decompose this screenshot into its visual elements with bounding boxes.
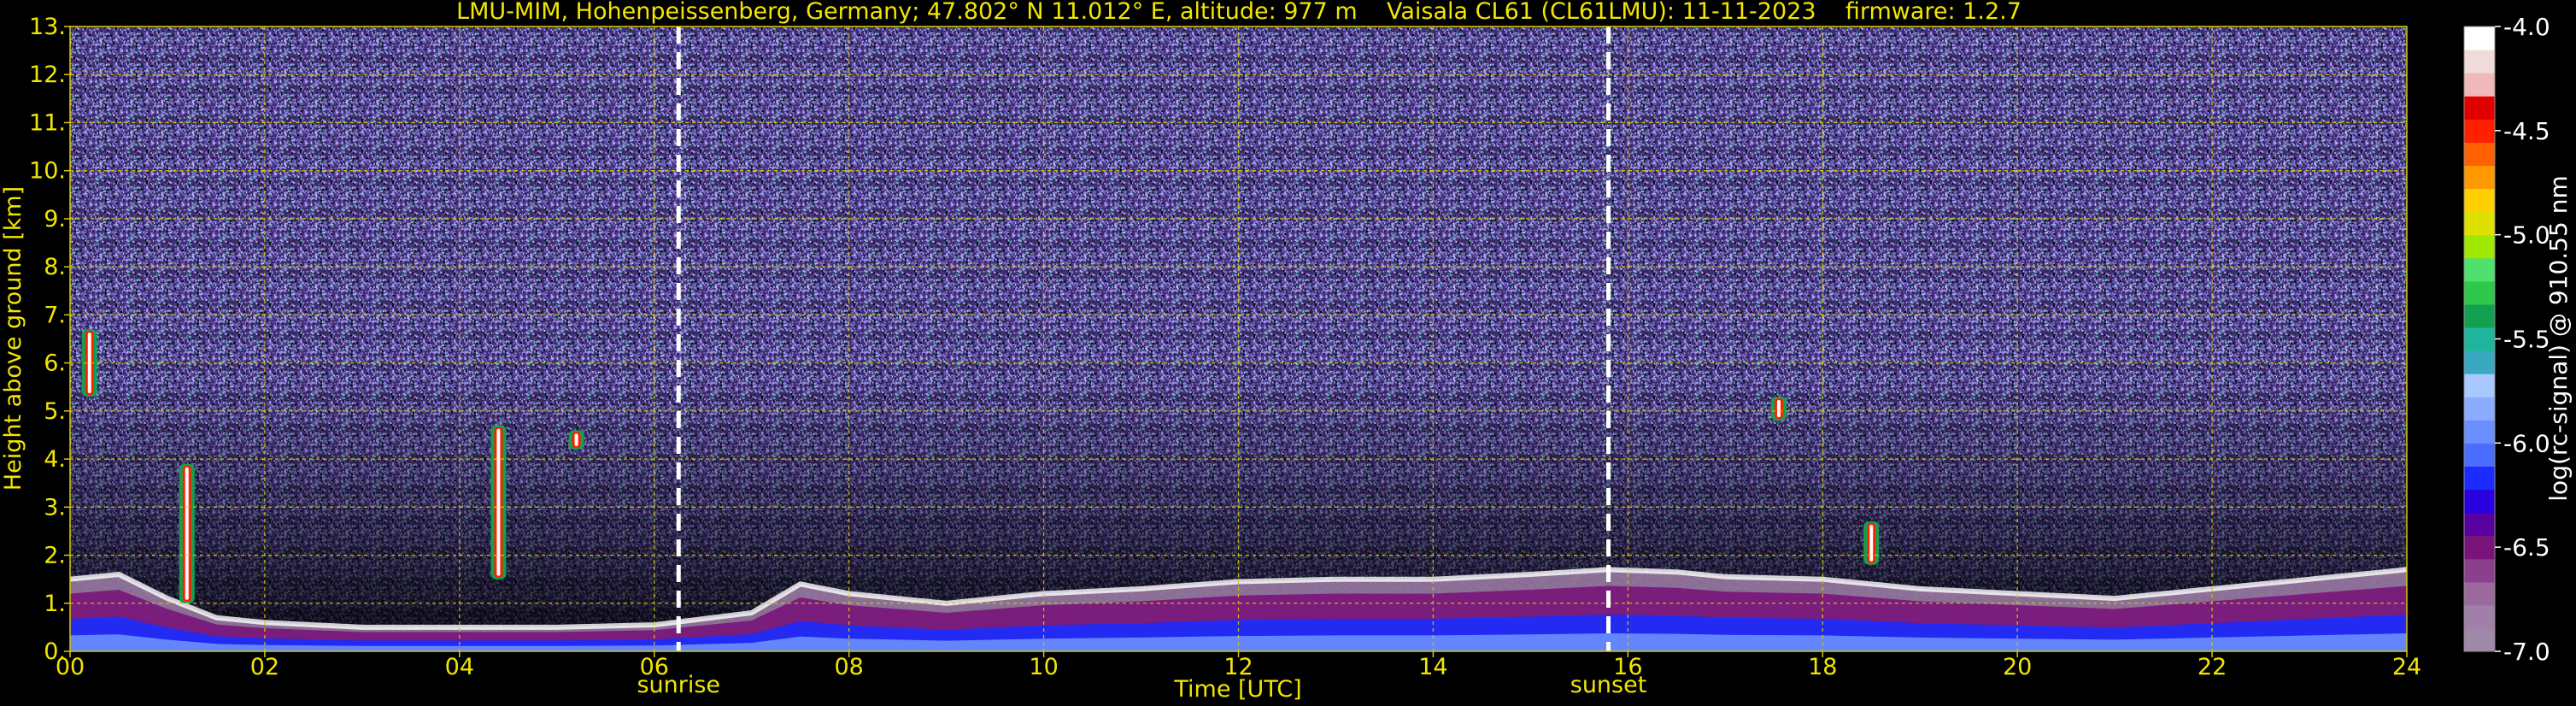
colorbar-tick-label: -5.5 (2503, 326, 2550, 354)
y-tick-label: 5. (44, 398, 66, 425)
colorbar-ticks: -4.0 -4.5 -5.0 -5.5 -6.0 -6.5 -7.0 (2495, 13, 2550, 666)
colorbar-band (2464, 211, 2495, 236)
colorbar-band (2464, 350, 2495, 374)
chart-title: LMU-MIM, Hohenpeissenberg, Germany; 47.8… (456, 0, 2021, 25)
y-tick-label: 9. (44, 206, 66, 232)
x-tick-label: 08 (834, 654, 863, 680)
colorbar-band (2464, 119, 2495, 143)
y-tick-label: 2. (44, 543, 66, 569)
colorbar-band (2464, 397, 2495, 421)
colorbar-band (2464, 96, 2495, 120)
colorbar-band (2464, 165, 2495, 190)
y-tick-label: 0. (44, 638, 66, 665)
colorbar-band (2464, 234, 2495, 259)
y-tick-label: 6. (44, 350, 66, 377)
x-tick-label: 20 (2003, 654, 2032, 680)
sun-marker-label: sunrise (637, 672, 720, 698)
y-tick-label: 8. (44, 254, 66, 280)
cloud-feature (1869, 525, 1874, 562)
y-tick-label: 12. (29, 62, 66, 88)
y-tick-label: 1. (44, 591, 66, 617)
y-tick-label: 11. (29, 109, 66, 136)
colorbar-band (2464, 558, 2495, 583)
colorbar-tick-label: -7.0 (2503, 638, 2550, 666)
colorbar-band (2464, 303, 2495, 328)
x-tick-label: 18 (1808, 654, 1837, 680)
colorbar-band (2464, 535, 2495, 560)
low-signal-shade (70, 26, 2407, 651)
sun-marker-label: sunset (1570, 672, 1647, 698)
colorbar-tick-label: -4.0 (2503, 13, 2550, 41)
x-tick-label: 10 (1029, 654, 1058, 680)
colorbar-label: log(rc-signal) @ 910.55 nm (2544, 175, 2573, 501)
colorbar-band (2464, 280, 2495, 305)
x-axis-label: Time [UTC] (1173, 676, 1301, 703)
colorbar-tick-label: -6.5 (2503, 533, 2550, 562)
cloud-feature (574, 433, 578, 446)
cloud-feature (1776, 399, 1781, 418)
colorbar-band (2464, 443, 2495, 468)
colorbar-band (2464, 581, 2495, 606)
y-tick-label: 10. (29, 158, 66, 185)
colorbar-band (2464, 257, 2495, 282)
colorbar-tick-label: -4.5 (2503, 117, 2550, 145)
colorbar-band (2464, 489, 2495, 514)
ceilometer-plot: LMU-MIM, Hohenpeissenberg, Germany; 47.8… (0, 0, 2573, 703)
colorbar: -4.0 -4.5 -5.0 -5.5 -6.0 -6.5 -7.0 log(rc-sign… (2463, 13, 2573, 666)
y-tick-label: 7. (44, 302, 66, 328)
cloud-feature (496, 428, 501, 576)
x-tick-label: 24 (2392, 654, 2421, 680)
colorbar-band (2464, 374, 2495, 397)
colorbar-tick-label: -5.0 (2503, 221, 2550, 250)
colorbar-band (2464, 627, 2495, 652)
y-tick-label: 3. (44, 494, 66, 521)
x-tick-label: 14 (1418, 654, 1447, 680)
y-tick-label: 13. (29, 14, 66, 40)
y-axis: 0. 1. 2. 3. 4. 5. 6. 7. 8. 9. 10. 11. 12. 13. (29, 14, 70, 665)
sun-marker-labels: sunrise sunset (637, 672, 1646, 698)
colorbar-band (2464, 466, 2495, 491)
colorbar-tick-label: -6.0 (2503, 429, 2550, 457)
colorbar-band (2464, 26, 2495, 50)
cloud-feature (185, 467, 189, 600)
x-tick-label: 04 (445, 654, 474, 680)
colorbar-band (2464, 604, 2495, 629)
colorbar-band (2464, 188, 2495, 213)
y-axis-label: Height above ground [km] (0, 186, 26, 491)
plot-area (70, 26, 2407, 651)
y-tick-label: 4. (44, 446, 66, 473)
colorbar-band (2464, 142, 2495, 167)
colorbar-band (2464, 327, 2495, 351)
colorbar-bands (2464, 26, 2495, 652)
colorbar-band (2464, 73, 2495, 97)
colorbar-band (2464, 512, 2495, 537)
colorbar-band (2464, 50, 2495, 74)
x-tick-label: 22 (2198, 654, 2227, 680)
colorbar-band (2464, 420, 2495, 444)
x-tick-label: 02 (250, 654, 279, 680)
